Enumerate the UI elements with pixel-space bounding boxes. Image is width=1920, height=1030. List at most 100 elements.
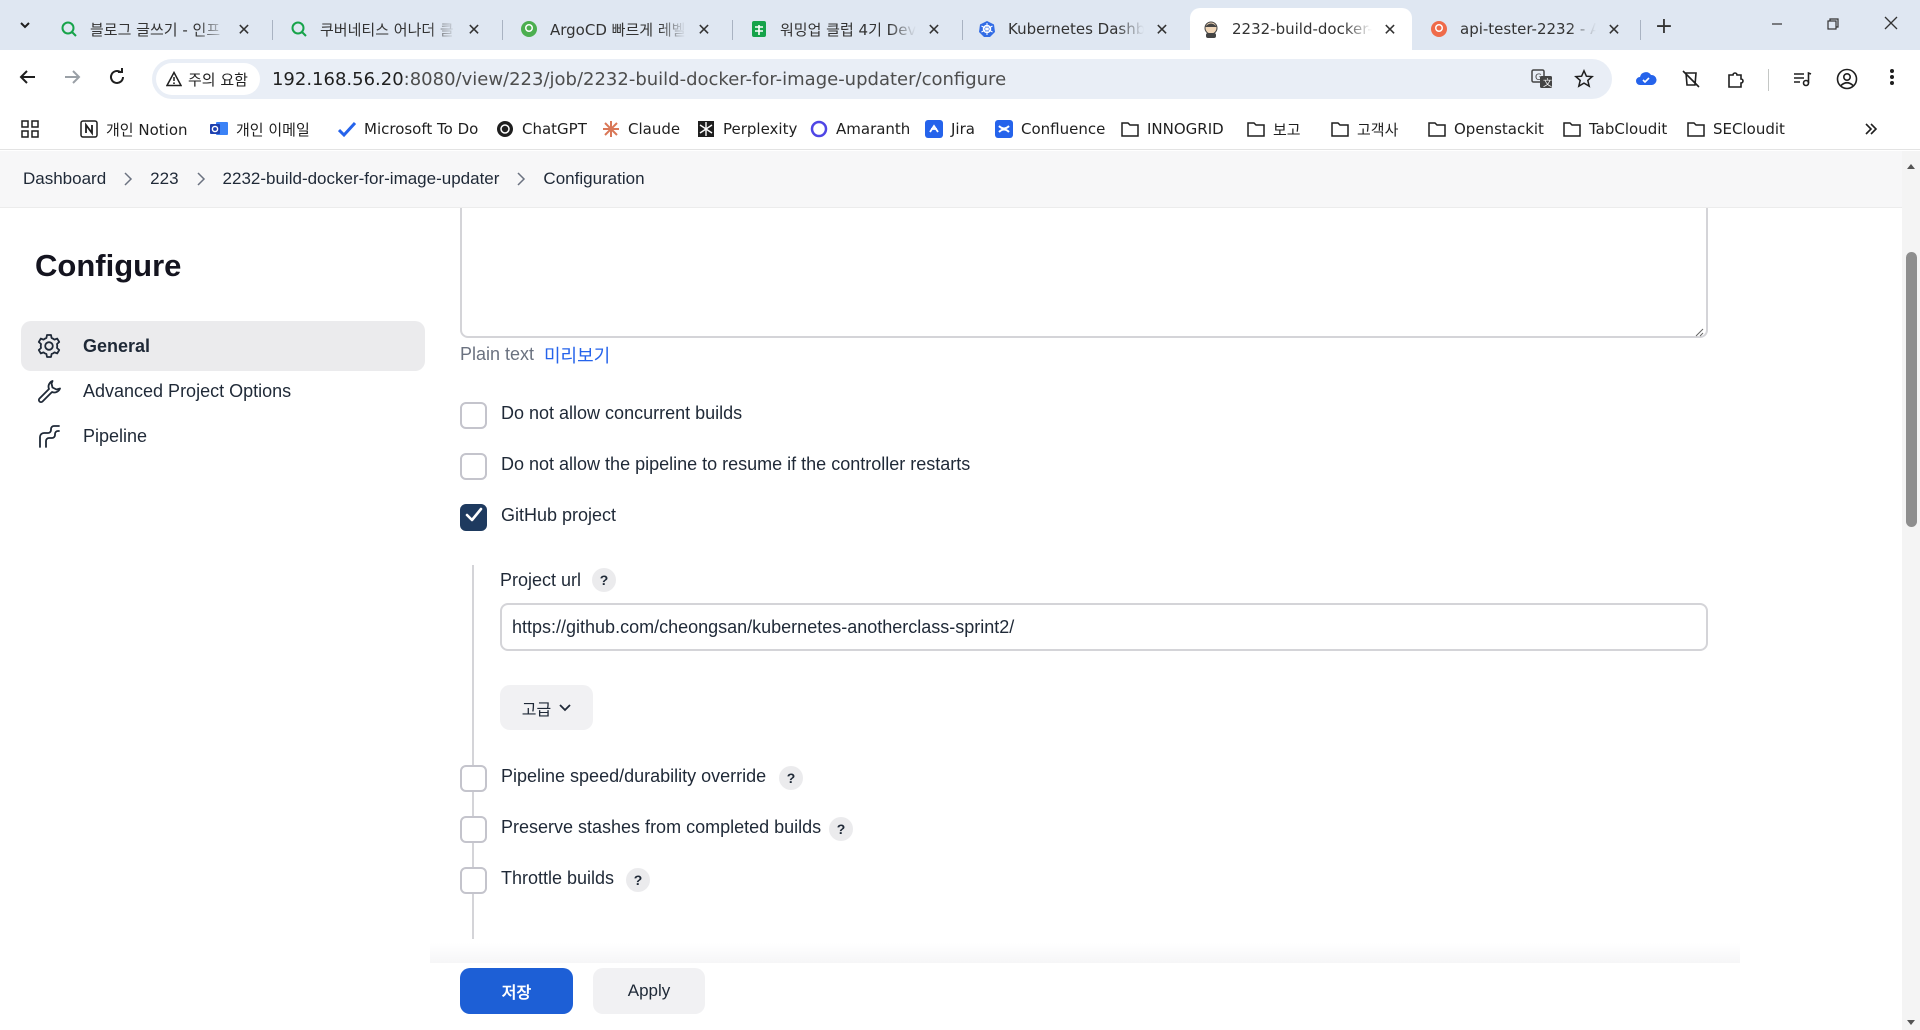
restore-button[interactable] xyxy=(1810,8,1856,40)
preview-link[interactable]: 미리보기 xyxy=(544,342,610,368)
forward-button[interactable] xyxy=(56,63,88,95)
breadcrumb-job[interactable]: 2232-build-docker-for-image-updater xyxy=(223,169,500,189)
folder-icon xyxy=(1247,120,1265,138)
bookmark-folder-customers[interactable]: 고객사 xyxy=(1331,116,1398,142)
tab-title: Kubernetes Dashbo xyxy=(1008,20,1144,38)
extension-blocked-icon[interactable] xyxy=(1675,63,1707,95)
close-icon[interactable]: ✕ xyxy=(1380,19,1400,39)
more-bookmarks-button[interactable] xyxy=(1862,116,1888,142)
media-controls-icon[interactable] xyxy=(1786,63,1818,95)
tab-warmup-club[interactable]: 워밍업 클럽 4기 Dev ✕ xyxy=(738,8,956,50)
sidebar-item-pipeline[interactable]: Pipeline xyxy=(21,411,425,461)
back-button[interactable] xyxy=(12,63,44,95)
tab-kubernetes-dashboard[interactable]: Kubernetes Dashbo ✕ xyxy=(966,8,1184,50)
resize-grip-icon[interactable] xyxy=(1694,324,1704,337)
help-icon[interactable]: ? xyxy=(592,568,616,592)
help-icon[interactable]: ? xyxy=(626,868,650,892)
checkbox-label[interactable]: Preserve stashes from completed builds xyxy=(501,817,821,838)
close-icon[interactable]: ✕ xyxy=(1152,19,1172,39)
bookmark-claude[interactable]: Claude xyxy=(602,116,680,142)
star-icon[interactable] xyxy=(1570,65,1598,93)
close-icon[interactable]: ✕ xyxy=(694,19,714,39)
help-icon[interactable]: ? xyxy=(829,817,853,841)
browser-menu-button[interactable] xyxy=(1876,63,1908,95)
description-textarea[interactable] xyxy=(460,208,1708,338)
checkbox-label[interactable]: Do not allow concurrent builds xyxy=(501,403,742,424)
bookmark-folder-openstackit[interactable]: Openstackit xyxy=(1428,116,1544,142)
tab-blog[interactable]: 블로그 글쓰기 - 인프 ✕ xyxy=(48,8,266,50)
checkbox-label[interactable]: GitHub project xyxy=(501,505,616,526)
tab-title: api-tester-2232 - Ap xyxy=(1460,20,1596,38)
folder-icon xyxy=(1121,120,1139,138)
folder-icon xyxy=(1687,120,1705,138)
bookmark-label: ChatGPT xyxy=(522,120,587,138)
checkbox-github-project[interactable] xyxy=(460,504,487,531)
save-button[interactable]: 저장 xyxy=(460,968,573,1014)
scroll-up-arrow-icon[interactable] xyxy=(1906,156,1916,169)
tab-search-button[interactable] xyxy=(10,11,40,41)
checkbox-preserve-stashes[interactable] xyxy=(460,816,487,843)
jenkins-icon xyxy=(1202,20,1220,38)
bookmark-amaranth[interactable]: Amaranth xyxy=(810,116,910,142)
chevron-right-icon xyxy=(123,172,133,186)
tab-jenkins-active[interactable]: 2232-build-docker-f ✕ xyxy=(1190,8,1412,50)
bookmark-microsoft-todo[interactable]: Microsoft To Do xyxy=(338,116,478,142)
sidebar-item-general[interactable]: General xyxy=(21,321,425,371)
breadcrumb-view[interactable]: 223 xyxy=(150,169,178,189)
checkbox-durability-override[interactable] xyxy=(460,765,487,792)
url-text[interactable]: 192.168.56.20:8080/view/223/job/2232-bui… xyxy=(272,69,1006,90)
wrench-icon xyxy=(35,377,63,405)
advanced-button[interactable]: 고급 xyxy=(500,685,593,730)
bookmark-jira[interactable]: Jira xyxy=(925,116,975,142)
bookmark-label: 보고 xyxy=(1273,120,1301,139)
apply-button[interactable]: Apply xyxy=(593,968,705,1014)
close-icon[interactable]: ✕ xyxy=(924,19,944,39)
bookmark-chatgpt[interactable]: ChatGPT xyxy=(496,116,587,142)
scroll-down-arrow-icon[interactable] xyxy=(1906,1013,1916,1025)
cloud-sync-icon[interactable] xyxy=(1630,63,1662,95)
advanced-button-label: 고급 xyxy=(521,701,552,719)
checkbox-label[interactable]: Do not allow the pipeline to resume if t… xyxy=(501,454,970,475)
address-bar[interactable]: 주의 요함 192.168.56.20:8080/view/223/job/22… xyxy=(152,59,1612,99)
tab-title: 2232-build-docker-f xyxy=(1232,20,1372,38)
translate-icon[interactable]: G文 xyxy=(1528,65,1556,93)
bookmark-folder-tabcloudit[interactable]: TabCloudit xyxy=(1563,116,1667,142)
breadcrumb-configuration[interactable]: Configuration xyxy=(543,169,644,189)
tab-kubernetes-course[interactable]: 쿠버네티스 어나더 클 ✕ xyxy=(278,8,496,50)
bookmark-confluence[interactable]: Confluence xyxy=(995,116,1105,142)
checkbox-disable-concurrent-builds[interactable] xyxy=(460,402,487,429)
security-chip[interactable]: 주의 요함 xyxy=(156,63,260,95)
reload-button[interactable] xyxy=(101,63,133,95)
close-icon[interactable]: ✕ xyxy=(464,19,484,39)
minimize-button[interactable] xyxy=(1754,8,1800,40)
breadcrumb-dashboard[interactable]: Dashboard xyxy=(23,169,106,189)
new-tab-button[interactable]: + xyxy=(1650,12,1678,40)
bookmark-perplexity[interactable]: Perplexity xyxy=(697,116,797,142)
bookmark-folder-innogrid[interactable]: INNOGRID xyxy=(1121,116,1224,142)
checkbox-disable-resume[interactable] xyxy=(460,453,487,480)
search-green-icon xyxy=(60,20,78,38)
checkbox-label[interactable]: Pipeline speed/durability override xyxy=(501,766,766,787)
project-url-input[interactable] xyxy=(500,603,1708,651)
scrollbar-thumb[interactable] xyxy=(1906,252,1917,527)
bookmark-folder-report[interactable]: 보고 xyxy=(1247,116,1301,142)
close-window-button[interactable] xyxy=(1868,8,1914,40)
bookmark-label: 개인 이메일 xyxy=(236,120,310,139)
bookmark-folder-secloudit[interactable]: SECloudit xyxy=(1687,116,1785,142)
profile-icon[interactable] xyxy=(1831,63,1863,95)
extensions-icon[interactable] xyxy=(1720,63,1752,95)
bookmark-email[interactable]: 개인 이메일 xyxy=(210,116,310,142)
configure-page: Configure General Advanced Project Optio… xyxy=(0,208,1902,1030)
tab-api-tester[interactable]: api-tester-2232 - Ap ✕ xyxy=(1418,8,1636,50)
apps-button[interactable] xyxy=(21,116,47,142)
checkbox-label[interactable]: Throttle builds xyxy=(501,868,614,889)
bookmark-notion[interactable]: 개인 Notion xyxy=(80,116,188,142)
tab-argocd[interactable]: ArgoCD 빠르게 레벨 ✕ xyxy=(508,8,726,50)
help-icon[interactable]: ? xyxy=(779,766,803,790)
close-icon[interactable]: ✕ xyxy=(1604,19,1624,39)
close-icon[interactable]: ✕ xyxy=(234,19,254,39)
checkbox-throttle-builds[interactable] xyxy=(460,867,487,894)
sidebar-item-advanced-project-options[interactable]: Advanced Project Options xyxy=(21,366,425,416)
gear-icon xyxy=(35,332,63,360)
search-green-icon xyxy=(290,20,308,38)
